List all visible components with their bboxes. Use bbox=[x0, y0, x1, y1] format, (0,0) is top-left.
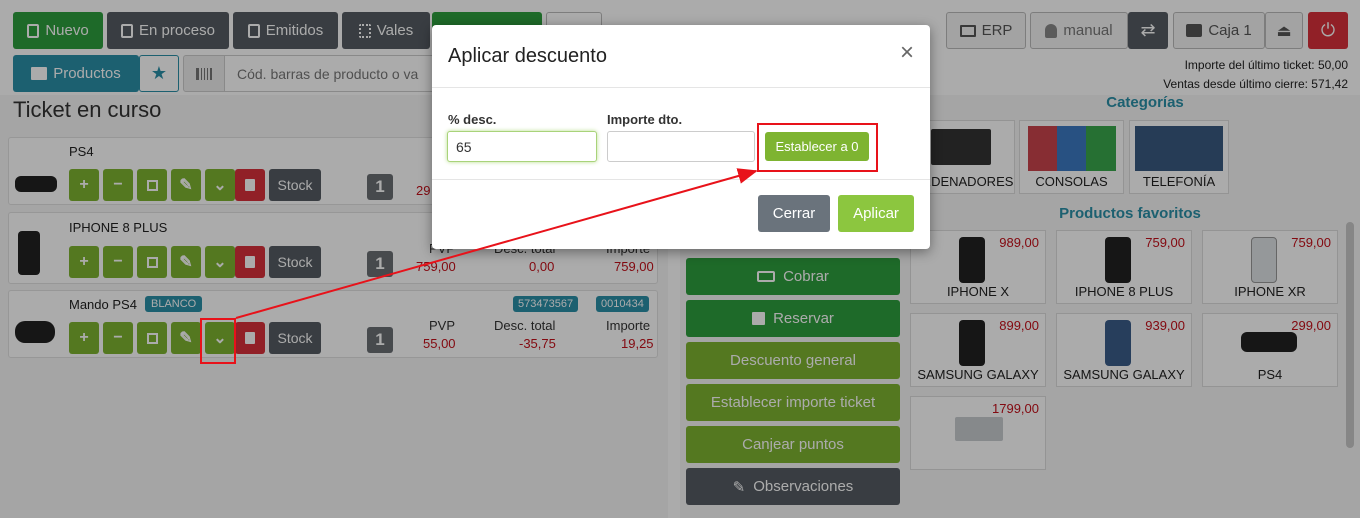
annotation-arrow bbox=[235, 168, 758, 319]
